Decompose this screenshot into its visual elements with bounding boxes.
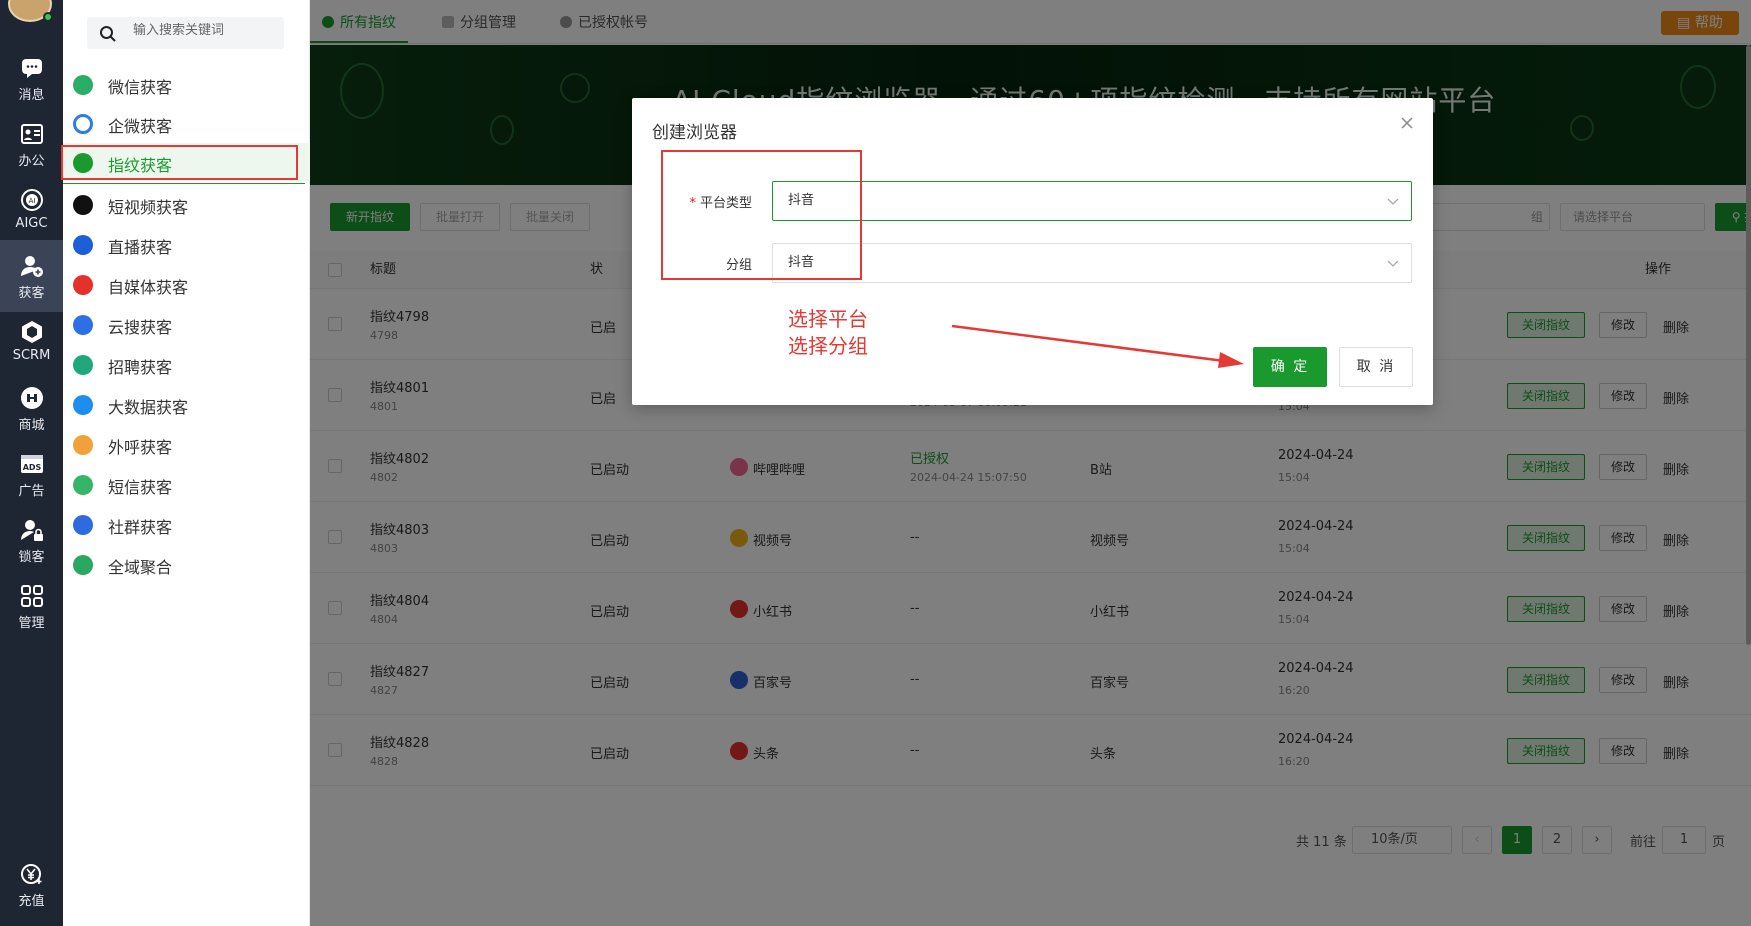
office-icon <box>20 124 43 144</box>
chat-icon <box>21 59 42 78</box>
online-status-dot <box>43 12 53 22</box>
rail-item-manage[interactable]: 管理 <box>0 570 63 642</box>
annotation-text: 选择平台 选择分组 <box>788 306 868 360</box>
ads-icon: ADS <box>20 455 43 473</box>
rail-item-ads[interactable]: ADS 广告 <box>0 438 63 510</box>
rail-item-messages[interactable]: 消息 <box>0 42 63 114</box>
sidebar-item-label: 企微获客 <box>108 117 173 136</box>
yen-icon <box>20 864 41 884</box>
chevron-down-icon <box>1387 260 1399 267</box>
sidebar-item-label: 自媒体获客 <box>108 278 189 297</box>
create-browser-dialog: 创建浏览器 * 平台类型 抖音 分组 抖音 确 定 取 消 选择平台 选择分组 <box>632 98 1433 405</box>
sidebar-item-wechat[interactable]: 微信获客 <box>63 65 310 103</box>
paw-icon <box>73 315 93 335</box>
search-box[interactable] <box>87 17 284 49</box>
svg-text:ADS: ADS <box>22 463 41 472</box>
rail-label: 消息 <box>18 88 45 103</box>
icon-rail: 消息 办公 AI AIGC 获客 SCRM 商城 ADS 广告 锁客 管理 充值 <box>0 0 63 926</box>
highlight-fingerprint-item <box>61 145 298 180</box>
aggregate-icon <box>73 555 93 575</box>
recruit-icon <box>73 355 93 375</box>
sidebar-item-community[interactable]: 社群获客 <box>63 505 310 543</box>
cancel-button[interactable]: 取 消 <box>1339 347 1413 387</box>
arrow-icon <box>952 324 1244 368</box>
rail-item-scrm[interactable]: SCRM <box>0 306 63 378</box>
close-icon[interactable] <box>1399 115 1415 131</box>
community-icon <box>73 515 93 535</box>
bigdata-icon <box>73 395 93 415</box>
media-icon <box>73 275 93 295</box>
annotation-line: 选择平台 <box>788 307 868 331</box>
rail-item-aigc[interactable]: AI AIGC <box>0 174 63 246</box>
sms-icon <box>73 475 93 495</box>
rail-label: 锁客 <box>18 550 45 565</box>
sidebar-item-label: 全域聚合 <box>108 558 173 577</box>
search-input[interactable] <box>133 23 273 38</box>
sidebar-item-recruit[interactable]: 招聘获客 <box>63 345 310 383</box>
sidebar: 微信获客 企微获客 指纹获客 短视频获客 直播获客 自媒体获客 云搜获客 招聘获… <box>63 0 310 926</box>
platform-type-select[interactable]: 抖音 <box>772 181 1412 221</box>
svg-text:AI: AI <box>28 197 35 205</box>
rail-label: 广告 <box>18 484 45 499</box>
sidebar-item-label: 微信获客 <box>108 78 173 97</box>
chevron-down-icon <box>1387 198 1399 205</box>
sidebar-item-label: 短信获客 <box>108 478 173 497</box>
confirm-button[interactable]: 确 定 <box>1253 347 1327 387</box>
sidebar-item-cloud-search[interactable]: 云搜获客 <box>63 305 310 343</box>
rail-label: 获客 <box>18 286 45 301</box>
sidebar-item-media[interactable]: 自媒体获客 <box>63 265 310 303</box>
group-select[interactable]: 抖音 <box>772 243 1412 283</box>
rail-label: SCRM <box>12 348 51 363</box>
rail-label: 管理 <box>18 616 45 631</box>
live-camera-icon <box>73 235 93 255</box>
search-icon <box>100 26 116 42</box>
user-add-icon <box>20 256 43 277</box>
sidebar-item-bigdata[interactable]: 大数据获客 <box>63 385 310 423</box>
ai-icon: AI <box>20 189 43 211</box>
grid-icon <box>20 585 43 607</box>
sidebar-item-sms[interactable]: 短信获客 <box>63 465 310 503</box>
rail-label: 商城 <box>18 418 45 433</box>
sidebar-item-label: 社群获客 <box>108 518 173 537</box>
highlight-form-labels <box>661 150 862 280</box>
rail-item-lock[interactable]: 锁客 <box>0 504 63 576</box>
sidebar-item-label: 外呼获客 <box>108 438 173 457</box>
sidebar-item-outbound-call[interactable]: 外呼获客 <box>63 425 310 463</box>
wecom-icon <box>73 114 93 134</box>
annotation-line: 选择分组 <box>788 334 868 358</box>
sidebar-item-label: 云搜获客 <box>108 318 173 337</box>
rail-label: 充值 <box>18 894 45 909</box>
user-lock-icon <box>20 520 43 541</box>
shop-icon <box>20 387 43 409</box>
rail-item-office[interactable]: 办公 <box>0 108 63 180</box>
active-underline <box>63 183 305 184</box>
sidebar-item-aggregate[interactable]: 全域聚合 <box>63 545 310 583</box>
wechat-icon <box>73 75 93 95</box>
rail-label: 办公 <box>18 154 45 169</box>
rail-label: AIGC <box>15 216 48 231</box>
rail-item-acquire[interactable]: 获客 <box>0 240 63 312</box>
dialog-title: 创建浏览器 <box>652 123 737 143</box>
call-icon <box>73 435 93 455</box>
sidebar-item-short-video[interactable]: 短视频获客 <box>63 185 310 223</box>
sidebar-item-label: 短视频获客 <box>108 198 189 217</box>
sidebar-item-label: 直播获客 <box>108 238 173 257</box>
sidebar-item-wecom[interactable]: 企微获客 <box>63 104 310 142</box>
sidebar-item-label: 大数据获客 <box>108 398 189 417</box>
cube-icon <box>21 321 42 343</box>
sidebar-item-live[interactable]: 直播获客 <box>63 225 310 263</box>
tiktok-icon <box>73 195 93 215</box>
rail-item-recharge[interactable]: 充值 <box>0 848 63 920</box>
rail-item-shop[interactable]: 商城 <box>0 372 63 444</box>
sidebar-item-label: 招聘获客 <box>108 358 173 377</box>
